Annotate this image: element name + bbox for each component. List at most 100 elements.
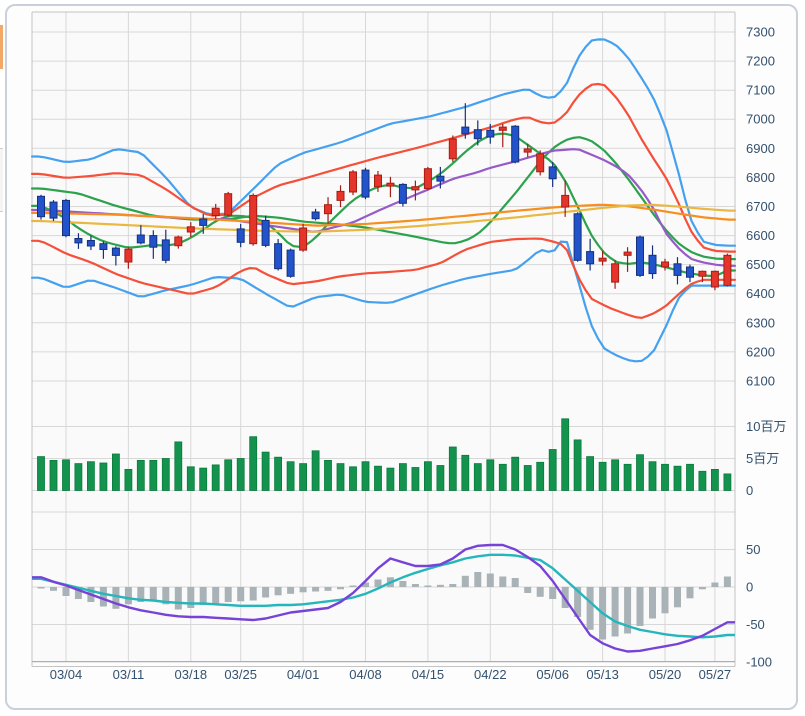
macd-hist-bar [612, 587, 619, 637]
macd-hist-bar [325, 587, 332, 591]
volume-bar [474, 464, 481, 491]
macd-hist-bar [237, 587, 244, 601]
candle-body [312, 212, 319, 219]
volume-bar [150, 460, 157, 490]
date-label: 03/25 [224, 667, 257, 682]
volume-bar [237, 459, 244, 491]
date-label: 05/13 [586, 667, 619, 682]
volume-bar [200, 468, 207, 490]
candle-body [63, 200, 70, 235]
date-label: 05/20 [649, 667, 682, 682]
candle-body [662, 262, 669, 267]
page: 7300720071007000690068006700660065006400… [0, 0, 805, 716]
candle-body [187, 227, 194, 232]
volume-bar [38, 457, 45, 491]
date-label: 05/06 [536, 667, 569, 682]
volume-bar [212, 465, 219, 491]
macd-hist-bar [175, 587, 182, 610]
candle-body [587, 252, 594, 264]
candle-body [237, 229, 244, 242]
price-tick-label: 6800 [746, 170, 775, 185]
macd-hist-bar [487, 574, 494, 588]
candle-body [437, 176, 444, 181]
candle-body [649, 255, 656, 273]
volume-tick-label: 5百万 [746, 451, 779, 466]
volume-bar [549, 450, 556, 491]
window-edge-artifact [0, 148, 3, 212]
volume-bar [137, 460, 144, 490]
candle-body [50, 202, 57, 218]
candle-body [212, 208, 219, 215]
volume-bar [462, 455, 469, 490]
volume-bar [524, 466, 531, 491]
volume-bar [75, 464, 82, 491]
stock-chart[interactable]: 7300720071007000690068006700660065006400… [7, 6, 800, 710]
window-edge-artifact [0, 25, 3, 69]
price-tick-label: 6900 [746, 141, 775, 156]
macd-hist-bar [50, 587, 57, 591]
candle-body [399, 184, 406, 203]
macd-hist-bar [711, 583, 718, 588]
macd-hist-bar [637, 587, 644, 626]
price-tick-label: 7100 [746, 83, 775, 98]
volume-bar [412, 468, 419, 491]
candle-body [537, 154, 544, 172]
date-label: 04/01 [287, 667, 320, 682]
volume-bar [637, 455, 644, 491]
candle-body [724, 255, 731, 285]
volume-bar [574, 440, 581, 491]
price-tick-label: 6100 [746, 374, 775, 389]
macd-hist-bar [537, 587, 544, 597]
macd-hist-bar [649, 587, 656, 619]
macd-hist-bar [449, 584, 456, 587]
date-label: 04/22 [474, 667, 507, 682]
candle-body [549, 167, 556, 179]
macd-hist-bar [63, 587, 70, 596]
volume-bar [699, 471, 706, 490]
candle-body [699, 271, 706, 276]
volume-bar [424, 462, 431, 491]
macd-hist-bar [187, 587, 194, 608]
candle-body [612, 264, 619, 282]
volume-bar [175, 442, 182, 491]
candle-body [200, 219, 207, 225]
candle-body [362, 170, 369, 197]
volume-bar [662, 464, 669, 490]
candle-body [287, 250, 294, 276]
candle-body [412, 187, 419, 190]
date-label: 03/04 [50, 667, 83, 682]
volume-bar [499, 464, 506, 490]
macd-hist-bar [587, 587, 594, 630]
date-label: 04/15 [412, 667, 445, 682]
candle-body [424, 169, 431, 189]
volume-bar [300, 464, 307, 491]
macd-hist-bar [125, 587, 132, 604]
candle-body [624, 252, 631, 255]
macd-hist-bar [549, 587, 556, 599]
volume-bar [125, 469, 132, 490]
macd-hist-bar [100, 587, 107, 607]
volume-bar [87, 462, 94, 491]
macd-hist-bar [350, 586, 357, 588]
volume-bar [375, 466, 382, 490]
candle-body [375, 175, 382, 187]
volume-bar [287, 462, 294, 491]
chart-card: 7300720071007000690068006700660065006400… [5, 4, 798, 710]
volume-bar [649, 462, 656, 491]
volume-bar [63, 460, 70, 491]
macd-tick-label: -50 [746, 617, 765, 632]
macd-tick-label: 0 [746, 580, 753, 595]
volume-bar [562, 419, 569, 491]
macd-hist-bar [112, 587, 119, 609]
candle-body [275, 244, 282, 269]
date-label: 03/11 [113, 667, 145, 682]
macd-hist-bar [512, 578, 519, 587]
macd-tick-label: 50 [746, 542, 760, 557]
candle-body [449, 139, 456, 159]
volume-bar [262, 452, 269, 490]
date-label: 03/18 [175, 667, 208, 682]
candle-body [574, 214, 581, 260]
macd-hist-bar [38, 587, 45, 589]
candle-body [687, 267, 694, 277]
price-tick-label: 6200 [746, 344, 775, 359]
